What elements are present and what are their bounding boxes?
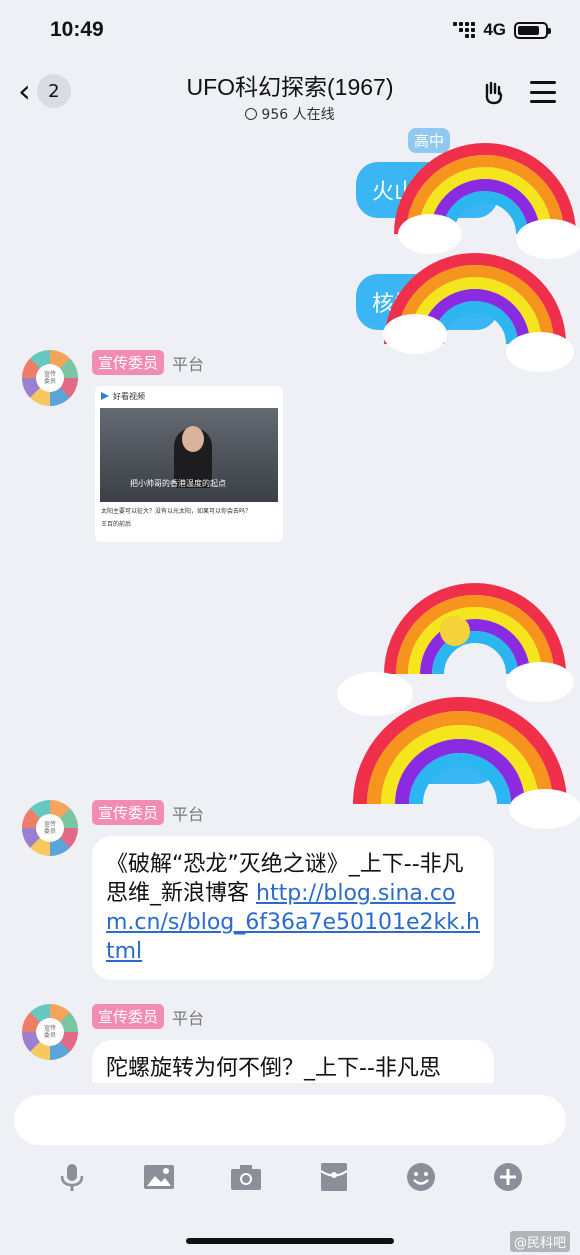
battery-icon <box>514 21 551 39</box>
camera-icon[interactable] <box>230 1161 262 1193</box>
mic-icon[interactable] <box>56 1161 88 1193</box>
role-tag: 宣传委员 <box>92 350 165 375</box>
video-thumbnail: 把小帅哥的香港温度的起点 <box>100 408 278 502</box>
sender-info: 宣传委员 平台 <box>92 1004 204 1029</box>
message-text: 火山喷石油 <box>355 162 498 218</box>
message-bubble-right[interactable]: 火山喷石油 <box>355 162 498 218</box>
message-bubble-right[interactable]: 核爆产地震 <box>355 274 498 330</box>
avatar[interactable]: 宣传 委员 <box>22 800 78 856</box>
redpacket-icon[interactable] <box>318 1161 350 1193</box>
signal-icon <box>453 22 476 38</box>
message-bubble-left[interactable]: 《破解“恐龙”灭绝之谜》_上下--非凡思维_新浪博客 http://blog.s… <box>92 836 494 980</box>
avatar[interactable]: 宣传 委员 <box>22 350 78 406</box>
emoji-sticker <box>440 616 470 646</box>
hand-icon[interactable] <box>480 78 508 106</box>
network-type: 4G <box>483 20 506 39</box>
sender-name: 平台 <box>172 804 205 824</box>
message-text: 哈哈哈哈 <box>377 728 498 784</box>
message-bubble-left[interactable]: 陀螺旋转为何不倒？_上下--非凡思 <box>92 1040 494 1084</box>
right-sender-label: 高中 <box>407 128 450 153</box>
grade-tag: 高中 <box>407 128 450 153</box>
play-logo-icon <box>101 392 109 400</box>
rainbow-sticker <box>384 583 574 702</box>
emoji-icon[interactable] <box>405 1161 437 1193</box>
chat-area[interactable]: 高中 火山喷石油 核爆产地震 宣传 委员 宣传委员 平台 好看视频 把小帅哥的香港… <box>0 124 580 1084</box>
role-tag: 宣传委员 <box>92 800 165 825</box>
message-text: 核爆产地震 <box>355 274 498 330</box>
message-text: 陀螺旋转为何不倒？_上下--非凡思 <box>106 1056 441 1081</box>
header-actions <box>480 78 556 106</box>
video-share-card[interactable]: 好看视频 把小帅哥的香港温度的起点 太阳主要可以征大？没有以光太阳，如果可以你会… <box>95 386 283 542</box>
chat-header: ‹ 2 UFO科幻探索(1967) 956 人在线 <box>0 60 580 124</box>
sender-name: 平台 <box>172 354 205 374</box>
online-count-text: 956 人在线 <box>261 107 335 123</box>
avatar[interactable]: 宣传 委员 <box>22 1004 78 1060</box>
input-area: @民科吧 <box>0 1083 580 1255</box>
sender-name: 平台 <box>172 1008 205 1028</box>
video-caption: 把小帅哥的香港温度的起点 <box>130 479 226 488</box>
status-indicators: 4G <box>453 20 551 40</box>
input-toolbar <box>0 1157 580 1197</box>
status-bar: 10:49 4G <box>0 0 580 60</box>
video-author: 王百的前后 <box>101 521 132 528</box>
menu-icon[interactable] <box>530 81 556 103</box>
message-input[interactable] <box>14 1095 566 1145</box>
plus-icon[interactable] <box>492 1161 524 1193</box>
sender-info: 宣传委员 平台 <box>92 800 204 825</box>
video-card-header: 好看视频 <box>95 386 283 406</box>
clock-icon <box>245 108 258 120</box>
video-description: 太阳主要可以征大？没有以光太阳，如果可以你会去吗？ <box>101 508 252 515</box>
role-tag: 宣传委员 <box>92 1004 165 1029</box>
watermark: @民科吧 <box>509 1231 570 1252</box>
online-count: 956 人在线 <box>245 104 335 124</box>
home-indicator[interactable] <box>186 1238 394 1244</box>
status-time: 10:49 <box>50 18 104 41</box>
sender-info: 宣传委员 平台 <box>92 350 204 375</box>
message-bubble-right[interactable]: 哈哈哈哈 <box>377 728 498 784</box>
image-icon[interactable] <box>143 1161 175 1193</box>
video-app-name: 好看视频 <box>113 391 145 401</box>
